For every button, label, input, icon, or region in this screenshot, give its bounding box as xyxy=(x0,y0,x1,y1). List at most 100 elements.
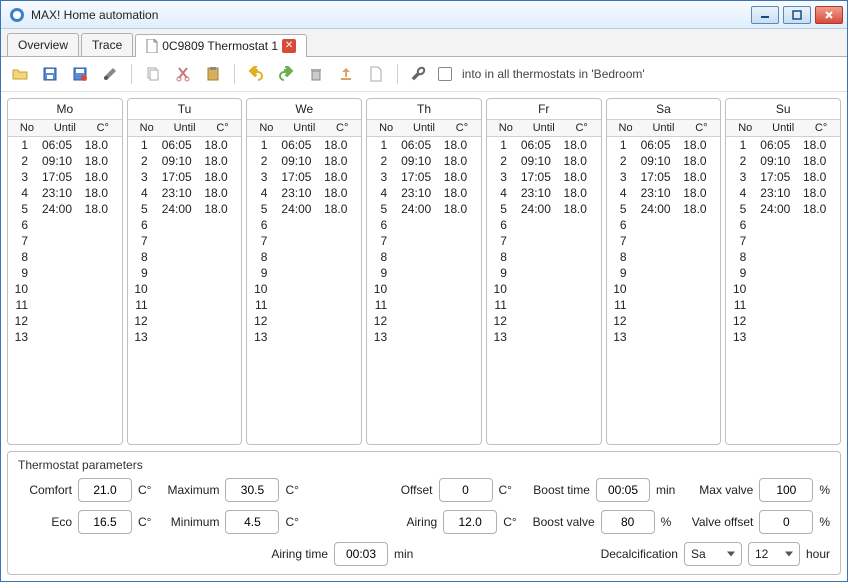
wrench-icon[interactable] xyxy=(408,63,430,85)
save-as-icon[interactable] xyxy=(69,63,91,85)
schedule-row[interactable]: 11 xyxy=(726,297,840,313)
schedule-row[interactable]: 12 xyxy=(8,313,122,329)
schedule-row[interactable]: 423:1018.0 xyxy=(726,185,840,201)
redo-icon[interactable] xyxy=(275,63,297,85)
tab-close-icon[interactable]: ✕ xyxy=(282,39,296,53)
schedule-row[interactable]: 209:1018.0 xyxy=(487,153,601,169)
schedule-row[interactable]: 10 xyxy=(726,281,840,297)
schedule-row[interactable]: 423:1018.0 xyxy=(607,185,721,201)
schedule-row[interactable]: 317:0518.0 xyxy=(8,169,122,185)
schedule-row[interactable]: 13 xyxy=(247,329,361,345)
schedule-row[interactable]: 106:0518.0 xyxy=(128,137,242,153)
schedule-row[interactable]: 317:0518.0 xyxy=(726,169,840,185)
day-column[interactable]: SuNoUntilC°106:0518.0209:1018.0317:0518.… xyxy=(725,98,841,445)
schedule-row[interactable]: 12 xyxy=(367,313,481,329)
schedule-row[interactable]: 6 xyxy=(247,217,361,233)
schedule-row[interactable]: 106:0518.0 xyxy=(726,137,840,153)
schedule-row[interactable]: 11 xyxy=(487,297,601,313)
schedule-row[interactable]: 6 xyxy=(487,217,601,233)
day-column[interactable]: WeNoUntilC°106:0518.0209:1018.0317:0518.… xyxy=(246,98,362,445)
schedule-row[interactable]: 524:0018.0 xyxy=(8,201,122,217)
copy-icon[interactable] xyxy=(142,63,164,85)
schedule-row[interactable]: 8 xyxy=(726,249,840,265)
paste-icon[interactable] xyxy=(202,63,224,85)
schedule-row[interactable]: 11 xyxy=(8,297,122,313)
schedule-row[interactable]: 524:0018.0 xyxy=(487,201,601,217)
schedule-row[interactable]: 423:1018.0 xyxy=(487,185,601,201)
schedule-row[interactable]: 524:0018.0 xyxy=(247,201,361,217)
decalc-day-select[interactable]: Sa xyxy=(684,542,742,566)
schedule-row[interactable]: 12 xyxy=(607,313,721,329)
airing-input[interactable] xyxy=(443,510,497,534)
schedule-row[interactable]: 524:0018.0 xyxy=(128,201,242,217)
schedule-row[interactable]: 9 xyxy=(487,265,601,281)
schedule-row[interactable]: 9 xyxy=(128,265,242,281)
schedule-row[interactable]: 11 xyxy=(128,297,242,313)
schedule-row[interactable]: 209:1018.0 xyxy=(367,153,481,169)
schedule-row[interactable]: 209:1018.0 xyxy=(247,153,361,169)
schedule-row[interactable]: 6 xyxy=(128,217,242,233)
delete-icon[interactable] xyxy=(305,63,327,85)
minimize-button[interactable] xyxy=(751,6,779,24)
cut-icon[interactable] xyxy=(172,63,194,85)
tab-trace[interactable]: Trace xyxy=(81,33,133,56)
schedule-row[interactable]: 8 xyxy=(8,249,122,265)
comfort-input[interactable] xyxy=(78,478,132,502)
schedule-row[interactable]: 423:1018.0 xyxy=(8,185,122,201)
save-icon[interactable] xyxy=(39,63,61,85)
schedule-row[interactable]: 13 xyxy=(726,329,840,345)
schedule-row[interactable]: 423:1018.0 xyxy=(128,185,242,201)
schedule-row[interactable]: 7 xyxy=(487,233,601,249)
upload-icon[interactable] xyxy=(335,63,357,85)
schedule-row[interactable]: 9 xyxy=(726,265,840,281)
boost-time-input[interactable] xyxy=(596,478,650,502)
schedule-row[interactable]: 13 xyxy=(607,329,721,345)
day-column[interactable]: MoNoUntilC°106:0518.0209:1018.0317:0518.… xyxy=(7,98,123,445)
schedule-row[interactable]: 317:0518.0 xyxy=(128,169,242,185)
airing-time-input[interactable] xyxy=(334,542,388,566)
schedule-row[interactable]: 7 xyxy=(726,233,840,249)
schedule-row[interactable]: 106:0518.0 xyxy=(247,137,361,153)
schedule-row[interactable]: 10 xyxy=(487,281,601,297)
schedule-row[interactable]: 12 xyxy=(128,313,242,329)
schedule-row[interactable]: 106:0518.0 xyxy=(367,137,481,153)
schedule-row[interactable]: 524:0018.0 xyxy=(607,201,721,217)
schedule-row[interactable]: 106:0518.0 xyxy=(487,137,601,153)
day-column[interactable]: TuNoUntilC°106:0518.0209:1018.0317:0518.… xyxy=(127,98,243,445)
settings-icon[interactable] xyxy=(99,63,121,85)
boost-valve-input[interactable] xyxy=(601,510,655,534)
max-valve-input[interactable] xyxy=(759,478,813,502)
schedule-row[interactable]: 13 xyxy=(128,329,242,345)
schedule-row[interactable]: 13 xyxy=(367,329,481,345)
schedule-row[interactable]: 9 xyxy=(607,265,721,281)
schedule-row[interactable]: 11 xyxy=(247,297,361,313)
schedule-row[interactable]: 106:0518.0 xyxy=(8,137,122,153)
schedule-row[interactable]: 423:1018.0 xyxy=(367,185,481,201)
schedule-row[interactable]: 317:0518.0 xyxy=(367,169,481,185)
decalc-hour-select[interactable]: 12 xyxy=(748,542,800,566)
schedule-row[interactable]: 8 xyxy=(367,249,481,265)
schedule-row[interactable]: 317:0518.0 xyxy=(247,169,361,185)
schedule-row[interactable]: 6 xyxy=(8,217,122,233)
schedule-row[interactable]: 209:1018.0 xyxy=(607,153,721,169)
close-button[interactable] xyxy=(815,6,843,24)
tab-thermostat[interactable]: 0C9809 Thermostat 1 ✕ xyxy=(135,34,307,57)
day-column[interactable]: ThNoUntilC°106:0518.0209:1018.0317:0518.… xyxy=(366,98,482,445)
schedule-row[interactable]: 209:1018.0 xyxy=(8,153,122,169)
schedule-row[interactable]: 13 xyxy=(8,329,122,345)
schedule-row[interactable]: 6 xyxy=(726,217,840,233)
schedule-row[interactable]: 8 xyxy=(607,249,721,265)
schedule-row[interactable]: 8 xyxy=(128,249,242,265)
eco-input[interactable] xyxy=(78,510,132,534)
schedule-row[interactable]: 6 xyxy=(607,217,721,233)
schedule-row[interactable]: 10 xyxy=(607,281,721,297)
schedule-row[interactable]: 6 xyxy=(367,217,481,233)
schedule-row[interactable]: 209:1018.0 xyxy=(128,153,242,169)
schedule-row[interactable]: 7 xyxy=(8,233,122,249)
day-column[interactable]: SaNoUntilC°106:0518.0209:1018.0317:0518.… xyxy=(606,98,722,445)
schedule-row[interactable]: 7 xyxy=(247,233,361,249)
schedule-row[interactable]: 317:0518.0 xyxy=(607,169,721,185)
schedule-row[interactable]: 7 xyxy=(367,233,481,249)
schedule-row[interactable]: 8 xyxy=(487,249,601,265)
schedule-row[interactable]: 11 xyxy=(367,297,481,313)
